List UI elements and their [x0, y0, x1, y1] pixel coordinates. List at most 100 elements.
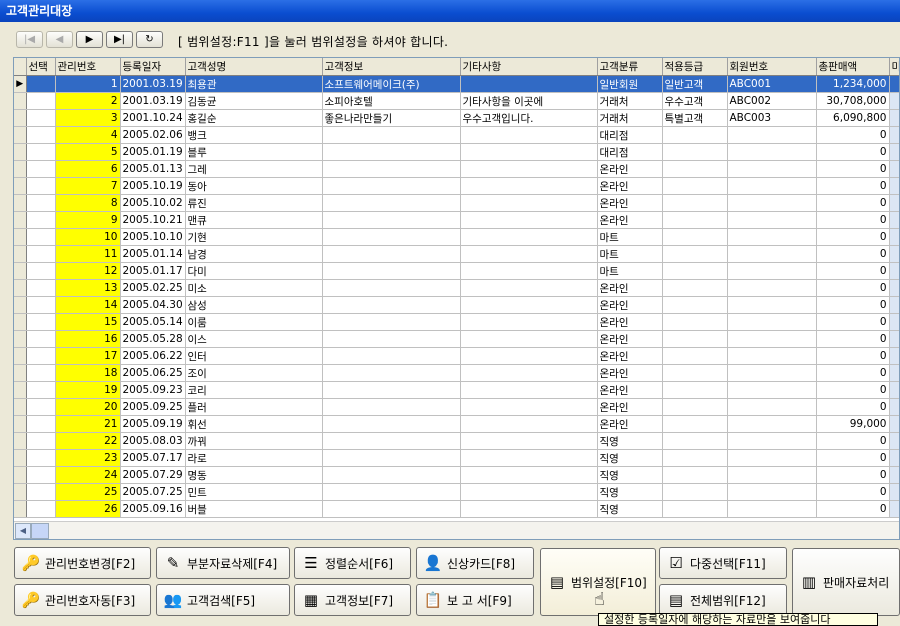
category-cell[interactable]: 온라인 — [597, 415, 663, 433]
category-cell[interactable]: 직영 — [597, 449, 663, 467]
etc-cell[interactable] — [460, 330, 598, 348]
table-row[interactable]: 20 2005.09.25 플러 온라인 0 — [14, 398, 899, 416]
total-sales-cell[interactable]: 6,090,800 — [816, 109, 890, 127]
row-indicator[interactable] — [14, 211, 27, 229]
category-cell[interactable]: 온라인 — [597, 347, 663, 365]
row-indicator[interactable] — [14, 415, 27, 433]
info-cell[interactable] — [322, 347, 461, 365]
next-record-button[interactable]: ▶ — [76, 31, 103, 48]
member-no-cell[interactable] — [727, 160, 817, 178]
member-no-cell[interactable] — [727, 313, 817, 331]
table-row[interactable]: 21 2005.09.19 휘선 온라인 99,000 — [14, 415, 899, 433]
name-cell[interactable]: 블루 — [185, 143, 323, 161]
etc-cell[interactable] — [460, 347, 598, 365]
etc-cell[interactable] — [460, 415, 598, 433]
select-cell[interactable] — [26, 143, 56, 161]
info-cell[interactable] — [322, 211, 461, 229]
etc-cell[interactable] — [460, 381, 598, 399]
total-sales-cell[interactable]: 0 — [816, 347, 890, 365]
category-cell[interactable]: 온라인 — [597, 364, 663, 382]
category-cell[interactable]: 대리점 — [597, 126, 663, 144]
row-indicator[interactable]: ▶ — [14, 75, 27, 93]
grade-cell[interactable]: 일반고객 — [662, 75, 728, 93]
reg-date-cell[interactable]: 2005.06.25 — [120, 364, 186, 382]
mgmt-no-cell[interactable]: 10 — [55, 228, 121, 246]
name-cell[interactable]: 최용관 — [185, 75, 323, 93]
name-cell[interactable]: 홍길순 — [185, 109, 323, 127]
mgmt-no-cell[interactable]: 21 — [55, 415, 121, 433]
category-cell[interactable]: 마트 — [597, 262, 663, 280]
reg-date-cell[interactable]: 2005.07.17 — [120, 449, 186, 467]
header-member-no[interactable]: 회원번호 — [727, 58, 817, 76]
etc-cell[interactable]: 우수고객입니다. — [460, 109, 598, 127]
etc-cell[interactable] — [460, 279, 598, 297]
etc-cell[interactable] — [460, 296, 598, 314]
header-total-sales[interactable]: 총판매액 — [816, 58, 890, 76]
info-cell[interactable] — [322, 432, 461, 450]
row-indicator[interactable] — [14, 296, 27, 314]
member-no-cell[interactable]: ABC003 — [727, 109, 817, 127]
total-sales-cell[interactable]: 0 — [816, 279, 890, 297]
more-cell[interactable] — [889, 432, 899, 450]
table-row[interactable]: 10 2005.10.10 기현 마트 0 — [14, 228, 899, 246]
table-row[interactable]: 19 2005.09.23 코리 온라인 0 — [14, 381, 899, 399]
member-no-cell[interactable] — [727, 466, 817, 484]
grade-cell[interactable] — [662, 177, 728, 195]
etc-cell[interactable] — [460, 432, 598, 450]
category-cell[interactable]: 마트 — [597, 228, 663, 246]
info-cell[interactable] — [322, 143, 461, 161]
grade-cell[interactable] — [662, 415, 728, 433]
row-indicator[interactable] — [14, 126, 27, 144]
horizontal-scrollbar[interactable]: ◀ — [14, 521, 899, 539]
reg-date-cell[interactable]: 2005.10.19 — [120, 177, 186, 195]
row-indicator[interactable] — [14, 92, 27, 110]
etc-cell[interactable] — [460, 313, 598, 331]
category-cell[interactable]: 거래처 — [597, 109, 663, 127]
mgmt-no-cell[interactable]: 2 — [55, 92, 121, 110]
row-indicator[interactable] — [14, 330, 27, 348]
total-sales-cell[interactable]: 0 — [816, 500, 890, 518]
table-row[interactable]: 5 2005.01.19 블루 대리점 0 — [14, 143, 899, 161]
mgmt-no-cell[interactable]: 26 — [55, 500, 121, 518]
mgmt-no-cell[interactable]: 22 — [55, 432, 121, 450]
member-no-cell[interactable] — [727, 262, 817, 280]
member-no-cell[interactable] — [727, 415, 817, 433]
grade-cell[interactable] — [662, 313, 728, 331]
row-indicator[interactable] — [14, 432, 27, 450]
grade-cell[interactable] — [662, 330, 728, 348]
prev-record-button[interactable]: ◀ — [46, 31, 73, 48]
name-cell[interactable]: 다미 — [185, 262, 323, 280]
more-cell[interactable] — [889, 75, 899, 93]
multi-select-button[interactable]: ☑ 다중선택[F11] — [659, 547, 787, 579]
more-cell[interactable] — [889, 381, 899, 399]
mgmt-no-cell[interactable]: 24 — [55, 466, 121, 484]
more-cell[interactable] — [889, 160, 899, 178]
total-sales-cell[interactable]: 0 — [816, 262, 890, 280]
member-no-cell[interactable] — [727, 500, 817, 518]
mgmt-no-cell[interactable]: 6 — [55, 160, 121, 178]
reg-date-cell[interactable]: 2005.08.03 — [120, 432, 186, 450]
header-more[interactable]: 미 — [889, 58, 899, 76]
member-no-cell[interactable] — [727, 126, 817, 144]
more-cell[interactable] — [889, 347, 899, 365]
row-indicator[interactable] — [14, 160, 27, 178]
select-cell[interactable] — [26, 194, 56, 212]
grade-cell[interactable] — [662, 126, 728, 144]
total-sales-cell[interactable]: 0 — [816, 194, 890, 212]
select-cell[interactable] — [26, 296, 56, 314]
select-cell[interactable] — [26, 228, 56, 246]
more-cell[interactable] — [889, 313, 899, 331]
total-sales-cell[interactable]: 0 — [816, 228, 890, 246]
category-cell[interactable]: 온라인 — [597, 211, 663, 229]
row-indicator[interactable] — [14, 109, 27, 127]
customer-grid[interactable]: 선택 관리번호 등록일자 고객성명 고객정보 기타사항 고객분류 적용등급 회원… — [13, 57, 900, 540]
info-cell[interactable] — [322, 415, 461, 433]
member-no-cell[interactable] — [727, 432, 817, 450]
table-row[interactable]: 16 2005.05.28 이스 온라인 0 — [14, 330, 899, 348]
row-indicator[interactable] — [14, 143, 27, 161]
category-cell[interactable]: 직영 — [597, 483, 663, 501]
category-cell[interactable]: 거래처 — [597, 92, 663, 110]
header-reg-date[interactable]: 등록일자 — [120, 58, 186, 76]
table-row[interactable]: 2 2001.03.19 김동균 소피아호텔 기타사항을 이곳에 거래처 우수고객 ABC00… — [14, 92, 899, 110]
reg-date-cell[interactable]: 2001.03.19 — [120, 75, 186, 93]
